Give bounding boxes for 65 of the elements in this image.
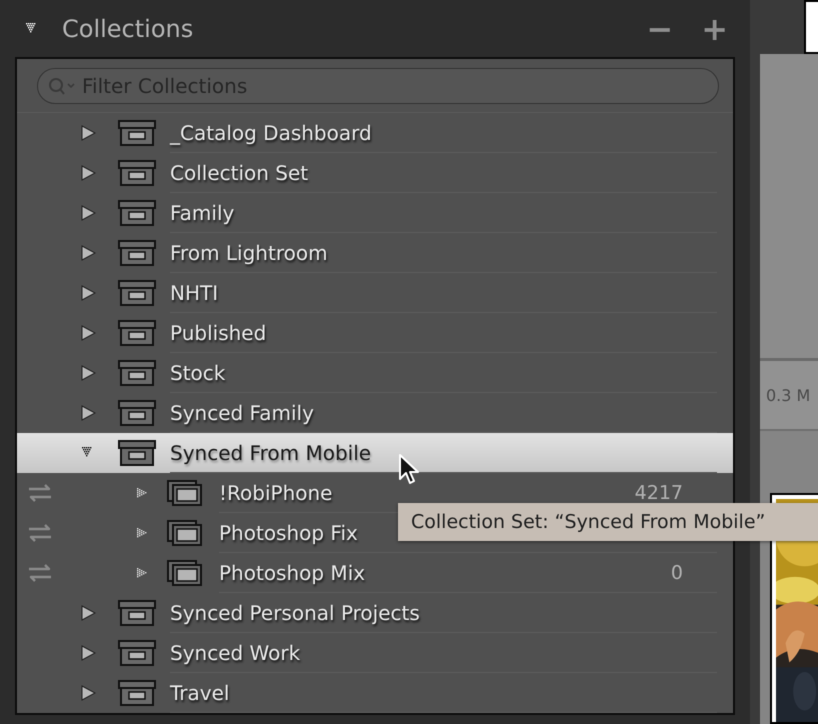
thumbnail-card xyxy=(804,0,818,54)
collection-set-icon xyxy=(118,240,156,266)
collapsed-triangle-icon[interactable] xyxy=(80,165,96,181)
tree-row[interactable]: Stock xyxy=(17,353,733,393)
collection-set-icon xyxy=(118,360,156,386)
collapsed-triangle-icon[interactable] xyxy=(80,285,96,301)
collection-name: Synced From Mobile xyxy=(170,440,372,464)
collection-name: Published xyxy=(170,320,266,344)
collapsed-triangle-icon[interactable] xyxy=(80,125,96,141)
collapsed-triangle-icon[interactable] xyxy=(80,205,96,221)
collection-set-icon xyxy=(118,320,156,346)
remove-collection-button[interactable]: − xyxy=(642,12,678,44)
collection-name: Family xyxy=(170,200,234,224)
tree-row[interactable]: NHTI xyxy=(17,273,733,313)
panel-title: Collections xyxy=(62,14,194,42)
photo-count: 4217 xyxy=(634,482,684,504)
collapsed-triangle-icon[interactable] xyxy=(80,645,96,661)
tree-row[interactable]: From Lightroom xyxy=(17,233,733,273)
collapsed-triangle-icon[interactable] xyxy=(80,405,96,421)
collection-name: _Catalog Dashboard xyxy=(170,120,372,144)
collection-set-icon xyxy=(118,680,156,706)
photo-count: 0 xyxy=(670,562,684,584)
tree-row[interactable]: Synced Work xyxy=(17,633,733,673)
tree-row[interactable]: Collection Set xyxy=(17,153,733,193)
collection-set-icon xyxy=(118,200,156,226)
collection-name: Synced Personal Projects xyxy=(170,600,420,624)
file-size-label: 0.3 M xyxy=(766,386,810,404)
collection-name: Stock xyxy=(170,360,226,384)
collection-name: NHTI xyxy=(170,280,218,304)
collapsed-triangle-icon[interactable] xyxy=(80,605,96,621)
collection-set-icon xyxy=(118,160,156,186)
tree-row[interactable]: Photoshop Mix 0 xyxy=(17,553,733,593)
tree-row[interactable]: Synced Personal Projects xyxy=(17,593,733,633)
collapsed-triangle-icon[interactable] xyxy=(80,245,96,261)
collection-set-icon xyxy=(118,640,156,666)
collection-icon xyxy=(167,560,203,586)
collection-icon xyxy=(167,480,203,506)
collection-name: Synced Family xyxy=(170,400,314,424)
collapsed-triangle-icon[interactable] xyxy=(80,325,96,341)
collection-set-icon xyxy=(118,400,156,426)
dotted-triangle-icon[interactable] xyxy=(135,526,149,540)
tree-row[interactable]: Travel xyxy=(17,673,733,713)
collapsed-triangle-icon[interactable] xyxy=(80,685,96,701)
collection-set-icon xyxy=(118,440,156,466)
add-collection-button[interactable]: + xyxy=(697,12,732,44)
collection-set-icon xyxy=(118,600,156,626)
tooltip: Collection Set: “Synced From Mobile” xyxy=(398,503,818,541)
selected-row[interactable]: Synced From Mobile xyxy=(17,433,733,473)
dotted-triangle-icon[interactable] xyxy=(135,486,149,500)
collection-icon xyxy=(167,520,203,546)
collection-name: Photoshop Fix xyxy=(219,520,358,544)
collapsed-triangle-icon[interactable] xyxy=(80,365,96,381)
mouse-pointer-icon xyxy=(398,453,420,485)
collection-name: !RobiPhone xyxy=(219,480,332,504)
collection-set-icon xyxy=(118,280,156,306)
collection-name: Synced Work xyxy=(170,640,300,664)
collection-name: Travel xyxy=(170,680,230,704)
collection-name: Photoshop Mix xyxy=(219,560,366,584)
tree-row[interactable]: _Catalog Dashboard xyxy=(17,113,733,153)
tree-row[interactable]: Family xyxy=(17,193,733,233)
collection-name: Collection Set xyxy=(170,160,308,184)
dotted-triangle-icon[interactable] xyxy=(135,566,149,580)
tree-row[interactable]: Published xyxy=(17,313,733,353)
collection-set-icon xyxy=(118,120,156,146)
collection-name: From Lightroom xyxy=(170,240,328,264)
